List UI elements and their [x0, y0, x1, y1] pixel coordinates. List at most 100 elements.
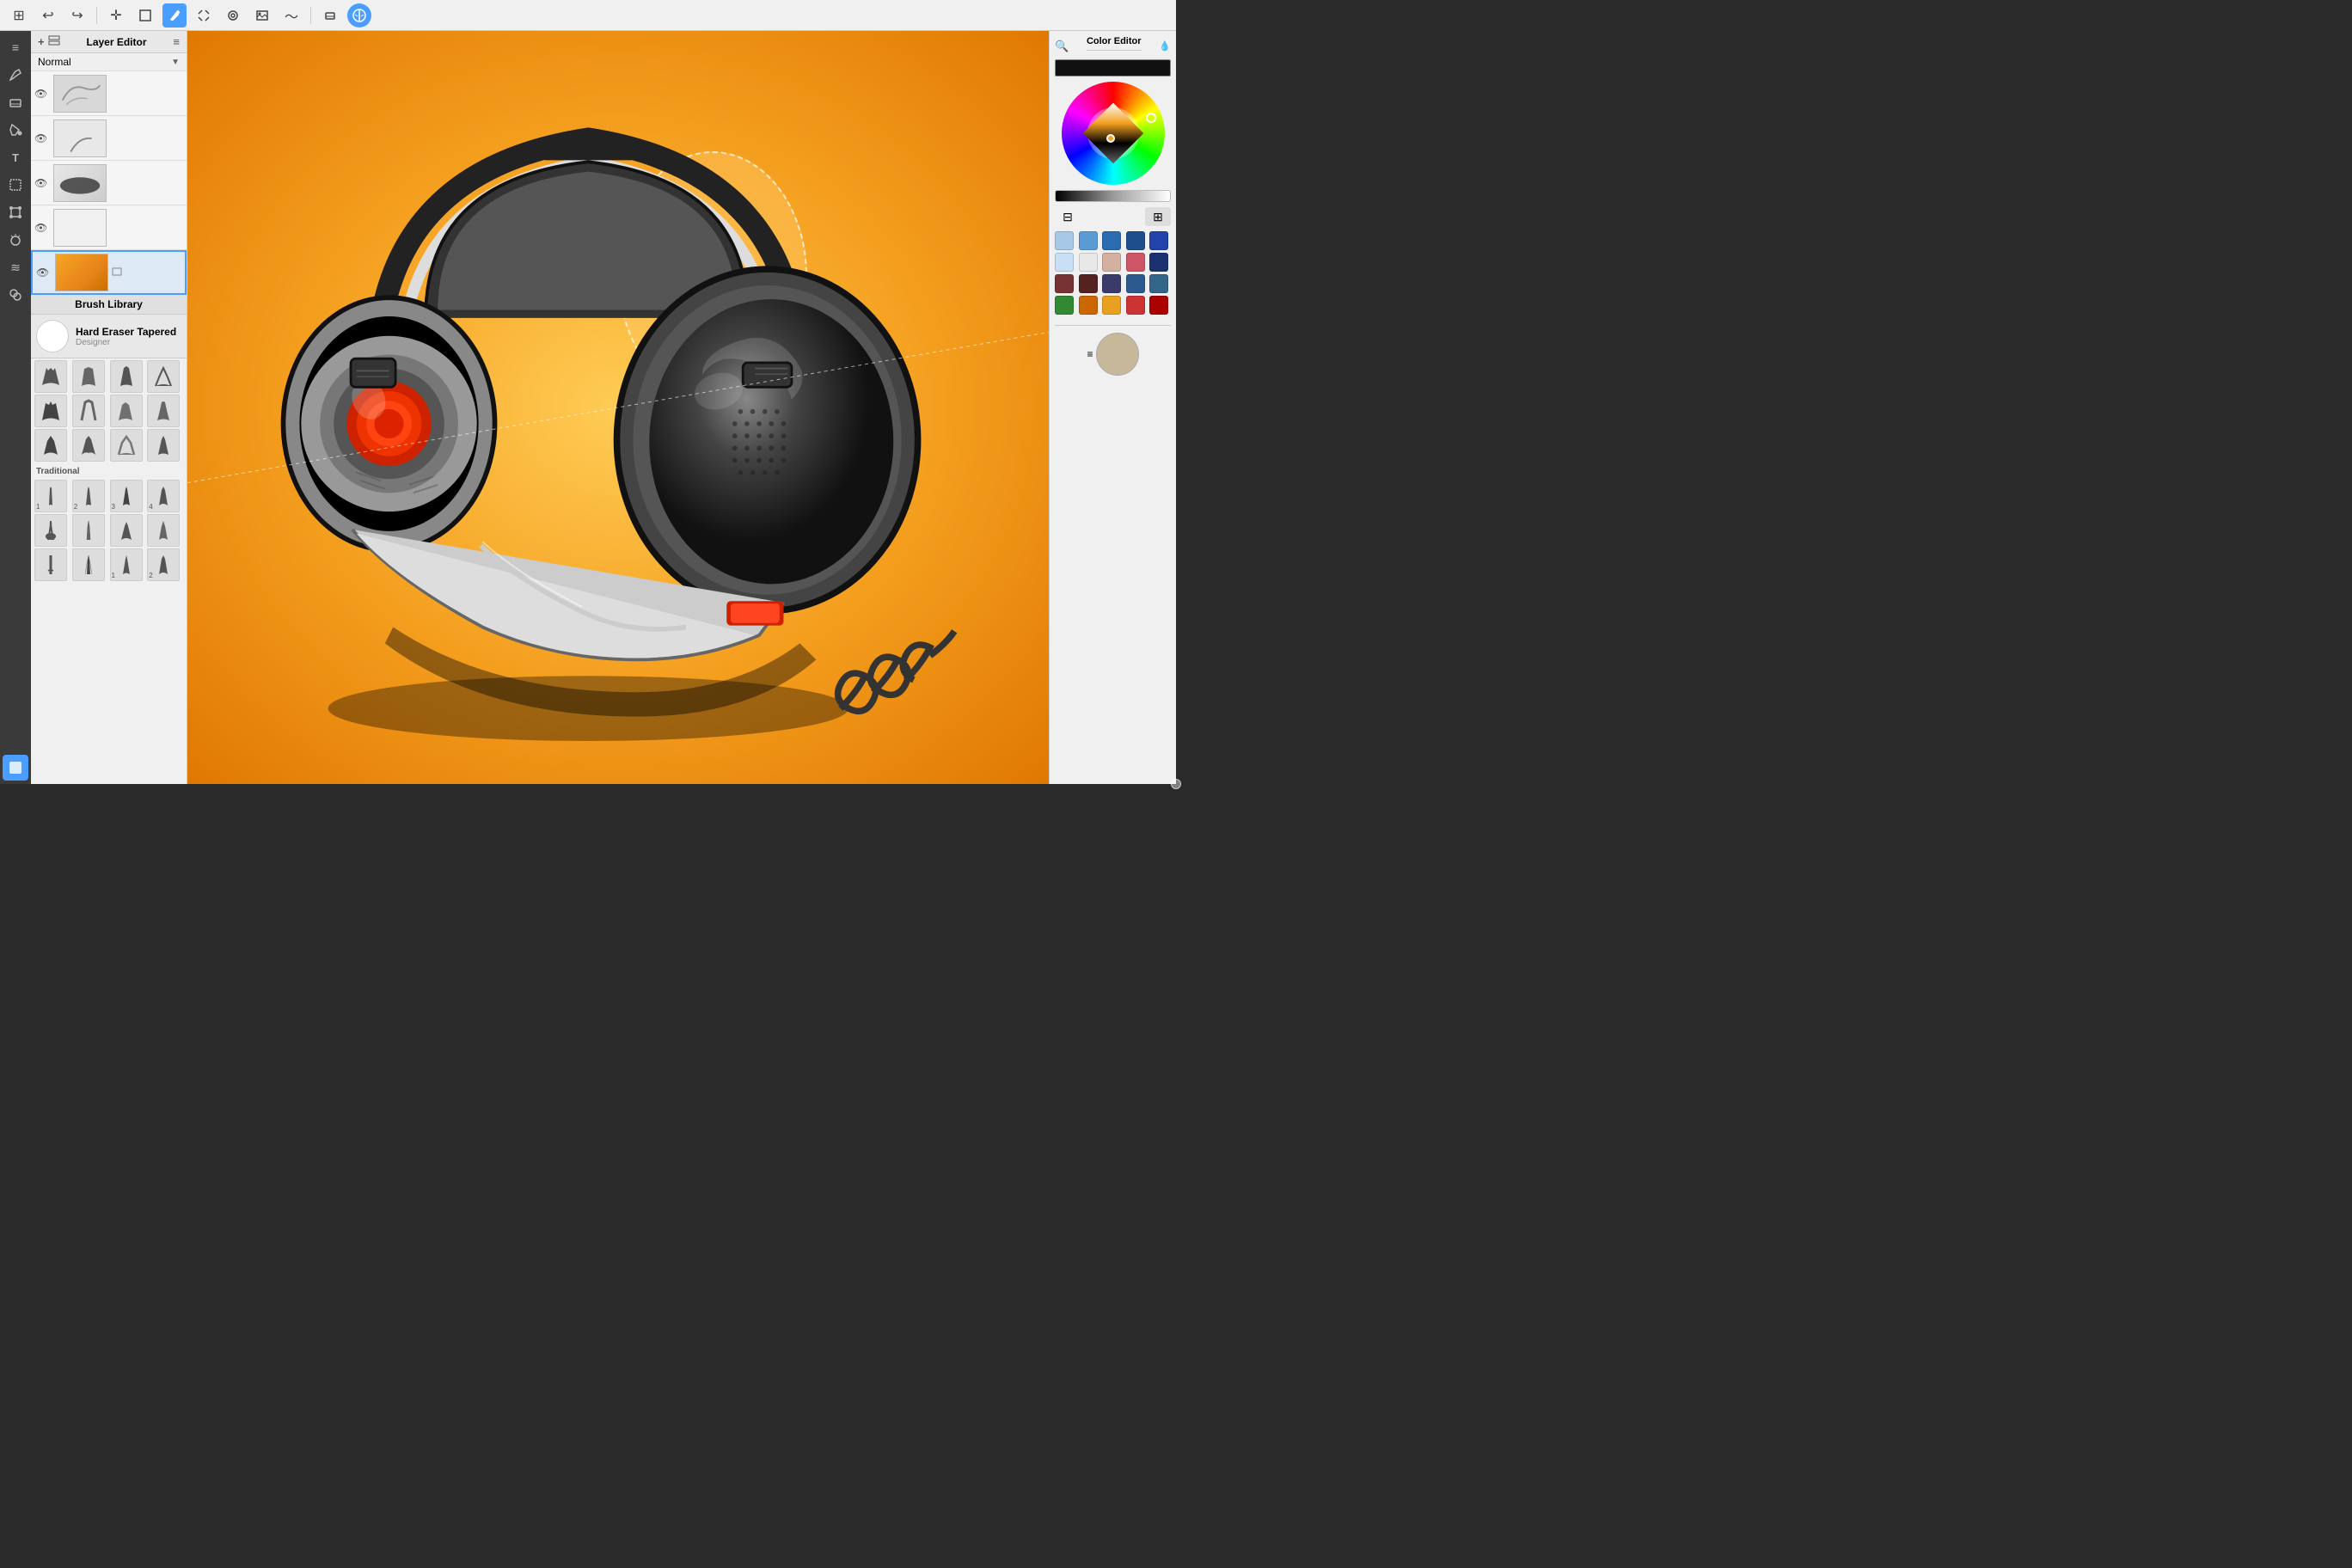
tool-transform[interactable]	[3, 199, 28, 225]
color-swatch[interactable]	[1079, 274, 1098, 293]
layer-thumbnail	[53, 75, 107, 113]
color-swatch[interactable]	[1102, 274, 1121, 293]
brush-cell[interactable]	[72, 395, 105, 427]
image-button[interactable]	[250, 3, 274, 28]
tool-select[interactable]	[3, 172, 28, 198]
color-dropper-icon[interactable]: 💧	[1159, 40, 1171, 52]
tool-eraser[interactable]	[3, 89, 28, 115]
move-button[interactable]: ✛	[104, 3, 128, 28]
brush-cell[interactable]	[72, 360, 105, 393]
blend-mode-row[interactable]: Normal ▼	[31, 53, 187, 71]
pen-button[interactable]	[162, 3, 187, 28]
brush-library: Brush Library Hard Eraser Tapered Design…	[31, 295, 187, 784]
color-swatch[interactable]	[1079, 296, 1098, 315]
layer-visibility-icon[interactable]: 👁	[34, 222, 50, 234]
layer-item[interactable]: 👁	[31, 205, 187, 250]
layer-visibility-icon[interactable]: 👁	[34, 88, 50, 100]
color-swatch[interactable]	[1126, 253, 1145, 272]
brush-cell[interactable]	[147, 429, 180, 462]
color-swatch[interactable]	[1126, 231, 1145, 250]
color-swatch[interactable]	[1055, 253, 1074, 272]
brush-cell[interactable]	[34, 360, 67, 393]
color-tab-adjust[interactable]: ⊟	[1055, 207, 1081, 226]
brush-cell[interactable]	[34, 429, 67, 462]
brush-cell[interactable]: 2	[72, 480, 105, 512]
brush-cell[interactable]	[34, 548, 67, 581]
tool-brush[interactable]	[3, 62, 28, 88]
color-swatch[interactable]	[1149, 253, 1168, 272]
grayscale-bar[interactable]	[1055, 190, 1171, 202]
color-menu-icon[interactable]: ≡	[1087, 348, 1093, 360]
grid-button[interactable]: ⊞	[7, 3, 31, 28]
tool-active[interactable]	[3, 755, 28, 781]
tool-text[interactable]: T	[3, 144, 28, 170]
color-swatch[interactable]	[1102, 231, 1121, 250]
brush-cell[interactable]	[110, 514, 143, 547]
color-swatch[interactable]	[1149, 274, 1168, 293]
brush-cell[interactable]: 1	[110, 548, 143, 581]
brush-cell[interactable]: 2	[147, 548, 180, 581]
tool-layers[interactable]: ≡	[3, 34, 28, 60]
color-swatch[interactable]	[1055, 296, 1074, 315]
add-layer-button[interactable]: +	[38, 35, 45, 48]
lasso-button[interactable]	[221, 3, 245, 28]
traditional-label: Traditional	[31, 463, 187, 478]
tool-smudge[interactable]: ≋	[3, 254, 28, 280]
brush-cell[interactable]	[110, 395, 143, 427]
color-swatch[interactable]	[1055, 231, 1074, 250]
color-picker-icon[interactable]: 🔍	[1055, 40, 1069, 53]
canvas-area[interactable]	[187, 31, 1049, 784]
brush-cell[interactable]	[147, 395, 180, 427]
layer-visibility-icon[interactable]: 👁	[36, 266, 52, 279]
color-swatch[interactable]	[1126, 274, 1145, 293]
color-swatch[interactable]	[1102, 253, 1121, 272]
color-wheel-container[interactable]	[1062, 82, 1165, 185]
brush-cell[interactable]	[72, 429, 105, 462]
layer-item[interactable]: 👁	[31, 161, 187, 205]
tool-fill[interactable]	[3, 117, 28, 143]
layer-groups-button[interactable]	[48, 34, 60, 49]
tool-airbrush[interactable]	[3, 227, 28, 253]
brush-cell[interactable]: 3	[110, 480, 143, 512]
color-swatch[interactable]	[1149, 231, 1168, 250]
select-button[interactable]	[133, 3, 157, 28]
brush-cell[interactable]	[147, 360, 180, 393]
brush-cell[interactable]	[72, 548, 105, 581]
redo-button[interactable]: ↪	[65, 3, 89, 28]
active-color-swatch[interactable]	[1096, 333, 1139, 376]
brush-cell[interactable]	[110, 429, 143, 462]
diamond-cursor	[1106, 134, 1115, 143]
symmetry-button[interactable]	[347, 3, 371, 28]
color-tab-swatches[interactable]: ⊞	[1145, 207, 1171, 226]
layer-item-selected[interactable]: 👁	[31, 250, 187, 295]
layer-visibility-icon[interactable]: 👁	[34, 132, 50, 144]
color-swatch[interactable]	[1126, 296, 1145, 315]
eraser-tool-button[interactable]	[318, 3, 342, 28]
brush-cell[interactable]	[34, 395, 67, 427]
brush-cell[interactable]: 4	[147, 480, 180, 512]
brush-cell[interactable]	[34, 514, 67, 547]
blend-mode-label: Normal	[38, 56, 171, 68]
layer-header-icons: +	[38, 34, 60, 49]
brush-cell[interactable]: 1	[34, 480, 67, 512]
layer-visibility-icon[interactable]: 👁	[34, 177, 50, 189]
undo-button[interactable]: ↩	[36, 3, 60, 28]
color-swatch[interactable]	[1102, 296, 1121, 315]
brush-cell[interactable]	[110, 360, 143, 393]
separator-2	[310, 7, 311, 24]
layer-item[interactable]: 👁	[31, 71, 187, 116]
layer-menu-button[interactable]: ≡	[173, 35, 180, 48]
tool-clone[interactable]	[3, 282, 28, 308]
transform-button[interactable]	[192, 3, 216, 28]
brush-cell[interactable]	[147, 514, 180, 547]
current-color-bar[interactable]	[1055, 59, 1171, 77]
brush-cell[interactable]	[72, 514, 105, 547]
headphones-illustration	[230, 31, 963, 784]
curve-button[interactable]: 〜	[279, 3, 303, 28]
color-swatch[interactable]	[1079, 231, 1098, 250]
color-swatch[interactable]	[1079, 253, 1098, 272]
color-swatch[interactable]	[1149, 296, 1168, 315]
layer-item[interactable]: 👁	[31, 116, 187, 161]
left-iconbar: ≡ T ≋	[0, 31, 31, 784]
color-swatch[interactable]	[1055, 274, 1074, 293]
